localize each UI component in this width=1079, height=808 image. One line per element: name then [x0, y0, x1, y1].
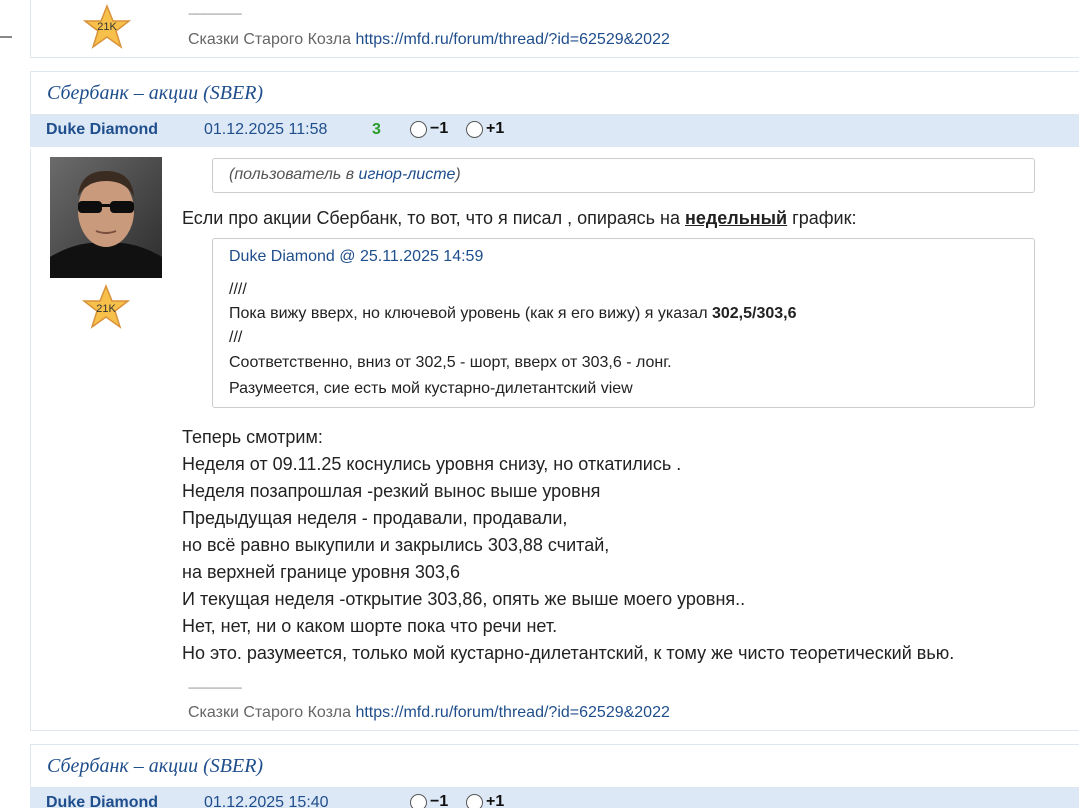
vote-minus-radio[interactable] — [410, 120, 427, 138]
quote-line: Пока вижу вверх, но ключевой уровень (ка… — [229, 305, 797, 323]
signature-text: Сказки Старого Козла — [188, 31, 351, 48]
rating-label: 21K — [96, 303, 116, 315]
post-intro: Если про акции Сбербанк, то вот, что я п… — [182, 208, 856, 229]
post-line: Неделя от 09.11.25 коснулись уровня сниз… — [182, 454, 682, 474]
post-text: Теперь смотрим: Неделя от 09.11.25 косну… — [182, 424, 954, 667]
rating-label: 21K — [97, 21, 117, 33]
ignore-list-link[interactable]: игнор-листе — [359, 166, 456, 183]
vote-minus-radio[interactable] — [410, 793, 427, 808]
signature-text: Сказки Старого Козла — [188, 704, 351, 721]
thread-title-link[interactable]: Сбербанк – акции (SBER) — [47, 755, 263, 778]
post-line: Но это. разумеется, только мой кустарно-… — [182, 643, 955, 663]
intro-text-end: график: — [787, 208, 857, 228]
post-datetime[interactable]: 01.12.2025 15:40 — [204, 794, 329, 808]
author-name[interactable]: Duke Diamond — [46, 121, 158, 139]
intro-text: Если про акции Сбербанк, то вот, что я п… — [182, 208, 685, 228]
star-icon: 21K — [82, 284, 130, 329]
vote-minus[interactable]: −1 — [410, 793, 448, 808]
post-line: И текущая неделя -открытие 303,86, опять… — [182, 589, 746, 609]
side-divider — [0, 36, 12, 38]
post-line: Теперь смотрим: — [182, 427, 323, 447]
post-datetime[interactable]: 01.12.2025 11:58 — [204, 121, 327, 139]
signature: Сказки Старого Козла https://mfd.ru/foru… — [188, 704, 670, 722]
ignore-text-end: ) — [455, 166, 461, 183]
vote-plus-label: +1 — [486, 120, 505, 137]
signature-divider: -------------------- — [188, 682, 242, 694]
thread-title-bar: Сбербанк – акции (SBER) — [30, 744, 1079, 788]
ignore-text: (пользователь в — [229, 166, 359, 183]
avatar-image — [50, 157, 162, 278]
quote-line: Разумеется, сие есть мой кустарно-дилета… — [229, 380, 633, 397]
quote-line: Соответственно, вниз от 302,5 - шорт, вв… — [229, 354, 672, 371]
post-line: но всё равно выкупили и закрылись 303,88… — [182, 535, 610, 555]
vote-minus[interactable]: −1 — [410, 120, 448, 138]
signature: Сказки Старого Козла https://mfd.ru/foru… — [188, 31, 670, 49]
rating-badge: 21K — [83, 4, 131, 50]
quote-line: /// — [229, 329, 243, 346]
post-line: на верхней границе уровня 303,6 — [182, 562, 460, 582]
quote-block: Duke Diamond @ 25.11.2025 14:59 //// Пок… — [212, 238, 1035, 408]
quote-line-bold: 302,5/303,6 — [711, 305, 797, 322]
quote-line-text: Пока вижу вверх, но ключевой уровень (ка… — [229, 305, 712, 322]
vote-plus-radio[interactable] — [466, 793, 483, 808]
post-line: Неделя позапрошлая -резкий вынос выше ур… — [182, 481, 601, 501]
star-icon: 21K — [83, 4, 131, 49]
signature-link[interactable]: https://mfd.ru/forum/thread/?id=62529&20… — [355, 704, 669, 721]
vote-minus-label: −1 — [430, 793, 449, 808]
post-author-bar: Duke Diamond 01.12.2025 11:58 3 −1 +1 — [30, 115, 1079, 147]
vote-plus[interactable]: +1 — [466, 120, 504, 138]
signature-divider: -------------------- — [188, 8, 242, 20]
post-author-bar: Duke Diamond 01.12.2025 15:40 −1 +1 — [30, 788, 1079, 808]
author-name[interactable]: Duke Diamond — [46, 794, 158, 808]
avatar[interactable] — [50, 157, 162, 278]
vote-minus-label: −1 — [430, 120, 449, 137]
quote-datetime-link[interactable]: 25.11.2025 14:59 — [360, 248, 483, 265]
rating-badge: 21K — [82, 284, 130, 330]
vote-plus-radio[interactable] — [466, 120, 483, 138]
vote-plus[interactable]: +1 — [466, 793, 504, 808]
ignore-notice: (пользователь в игнор-листе) — [212, 158, 1035, 193]
vote-plus-label: +1 — [486, 793, 505, 808]
quote-line: //// — [229, 281, 247, 298]
signature-link[interactable]: https://mfd.ru/forum/thread/?id=62529&20… — [355, 31, 669, 48]
thread-title-link[interactable]: Сбербанк – акции (SBER) — [47, 82, 263, 105]
quote-header: Duke Diamond @ 25.11.2025 14:59 — [229, 248, 483, 266]
post-line: Предыдущая неделя - продавали, продавали… — [182, 508, 568, 528]
quote-at: @ — [334, 248, 360, 265]
intro-bold: недельный — [684, 208, 788, 228]
post-score: 3 — [372, 121, 381, 138]
quote-author-link[interactable]: Duke Diamond — [229, 248, 335, 265]
thread-title-bar: Сбербанк – акции (SBER) — [30, 71, 1079, 115]
post-line: Нет, нет, ни о каком шорте пока что речи… — [182, 616, 558, 636]
